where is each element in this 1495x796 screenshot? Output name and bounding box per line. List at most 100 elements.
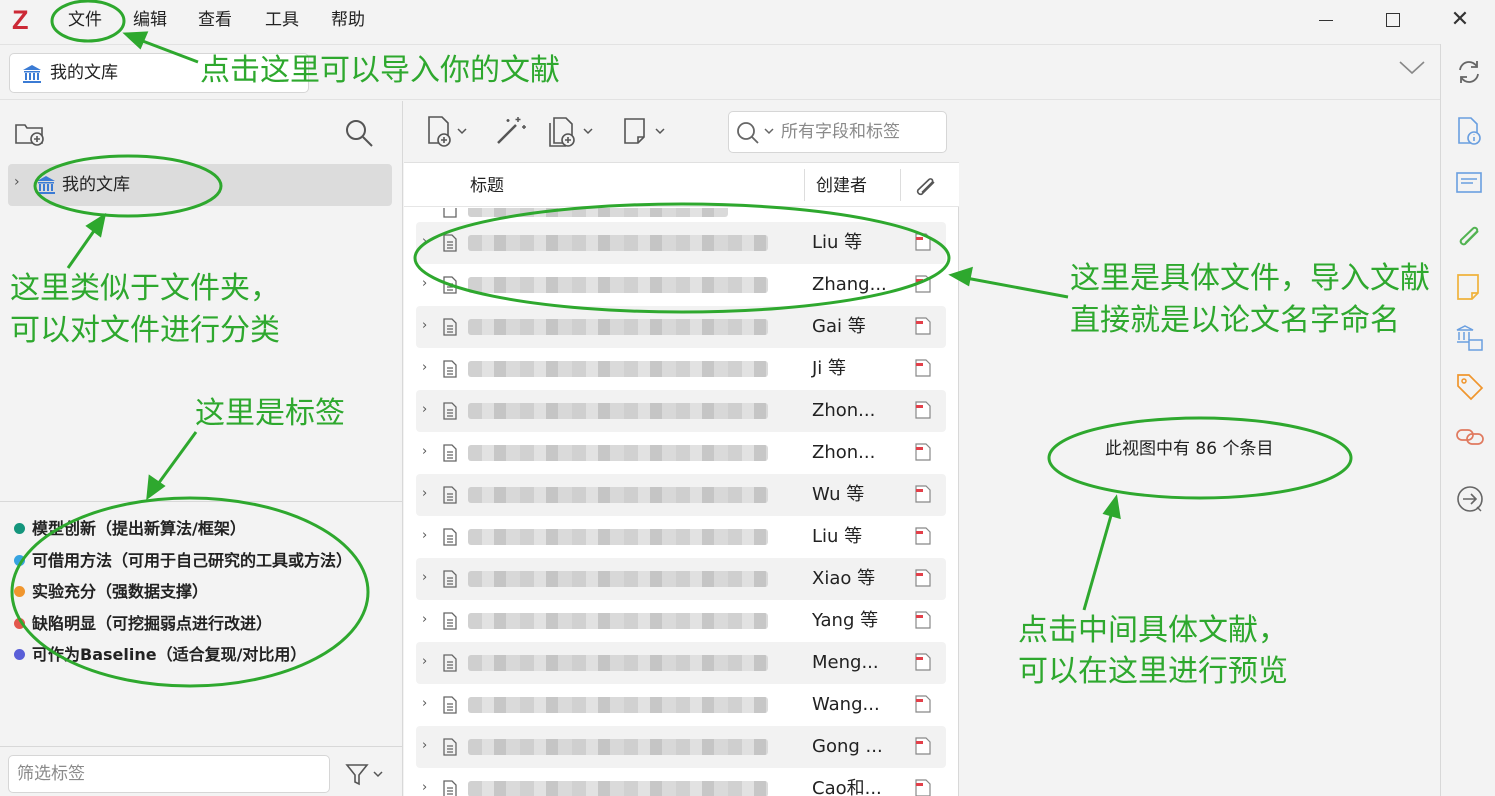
- chevron-right-icon[interactable]: ›: [422, 318, 427, 333]
- tag-selector: 模型创新（提出新算法/框架） 可借用方法（可用于自己研究的工具或方法） 实验充分…: [0, 501, 403, 746]
- tag-solid-experiments[interactable]: 实验充分（强数据支撑）: [14, 581, 208, 603]
- chevron-right-icon[interactable]: ›: [422, 654, 427, 669]
- annotation-files-line1: 这里是具体文件，导入文献: [1070, 261, 1430, 296]
- document-icon: [442, 360, 458, 382]
- pdf-icon[interactable]: [914, 317, 932, 339]
- search-icon[interactable]: [344, 118, 374, 152]
- abstract-icon[interactable]: [1455, 170, 1483, 200]
- pdf-icon[interactable]: [914, 359, 932, 381]
- item-creator: Gai 等: [812, 316, 866, 337]
- table-row[interactable]: › Zhang...: [416, 264, 946, 306]
- sync-icon[interactable]: [1455, 58, 1483, 90]
- pdf-icon[interactable]: [914, 569, 932, 591]
- pdf-icon[interactable]: [914, 611, 932, 633]
- table-row[interactable]: › Zhon...: [416, 390, 946, 432]
- items-list[interactable]: › Liu 等 › Zhang... › Gai 等 › Ji 等 › Zhon…: [404, 208, 959, 796]
- table-row[interactable]: › Wang...: [416, 684, 946, 726]
- new-note-icon[interactable]: [622, 115, 672, 153]
- pdf-icon[interactable]: [914, 401, 932, 423]
- table-row[interactable]: › Cao和...: [416, 768, 946, 796]
- tag-borrowable-method[interactable]: 可借用方法（可用于自己研究的工具或方法）: [14, 550, 352, 572]
- item-info-icon[interactable]: [1455, 116, 1483, 150]
- magic-wand-icon[interactable]: [494, 115, 528, 153]
- paperclip-icon[interactable]: [912, 175, 938, 201]
- menu-help[interactable]: 帮助: [331, 8, 365, 32]
- chevron-right-icon[interactable]: ›: [422, 696, 427, 711]
- menu-edit[interactable]: 编辑: [133, 8, 167, 32]
- item-creator: Zhon...: [812, 442, 876, 463]
- chevron-right-icon[interactable]: ›: [422, 444, 427, 459]
- filter-icon[interactable]: [345, 763, 385, 791]
- chevron-right-icon[interactable]: ›: [422, 234, 427, 249]
- chevron-right-icon[interactable]: ›: [422, 402, 427, 417]
- search-icon[interactable]: [735, 120, 779, 150]
- table-row[interactable]: › Yang 等: [416, 600, 946, 642]
- tag-label: 模型创新（提出新算法/框架）: [32, 519, 246, 538]
- chevron-right-icon[interactable]: ›: [14, 174, 20, 190]
- title-redacted: [468, 655, 768, 671]
- pdf-icon[interactable]: [914, 275, 932, 297]
- annotation-import: 点击这里可以导入你的文献: [200, 53, 560, 88]
- menu-bar: Z 文件 编辑 查看 工具 帮助 ✕: [0, 0, 1495, 44]
- table-row[interactable]: › Xiao 等: [416, 558, 946, 600]
- chevron-right-icon[interactable]: ›: [422, 570, 427, 585]
- title-redacted: [468, 697, 768, 713]
- item-creator: Xiao 等: [812, 568, 876, 589]
- pdf-icon[interactable]: [914, 695, 932, 717]
- notes-icon[interactable]: [1455, 272, 1483, 306]
- tag-baseline[interactable]: 可作为Baseline（适合复现/对比用）: [14, 644, 306, 666]
- related-icon[interactable]: [1455, 424, 1485, 454]
- table-row[interactable]: › Gong ...: [416, 726, 946, 768]
- table-row[interactable]: › Liu 等: [416, 516, 946, 558]
- side-navigation: [1440, 44, 1495, 796]
- pdf-icon[interactable]: [914, 653, 932, 675]
- table-row[interactable]: › Zhon...: [416, 432, 946, 474]
- chevron-right-icon[interactable]: ›: [422, 780, 427, 795]
- menu-view[interactable]: 查看: [198, 8, 232, 32]
- column-creator[interactable]: 创建者: [816, 175, 867, 197]
- document-icon: [442, 486, 458, 508]
- attachments-icon[interactable]: [1455, 222, 1483, 254]
- tag-obvious-flaws[interactable]: 缺陷明显（可挖掘弱点进行改进）: [14, 613, 272, 635]
- collection-my-library[interactable]: › 我的文库: [8, 164, 392, 206]
- collections-pane: › 我的文库 模型创新（提出新算法/框架） 可借用方法（可用于自己研究的工具或方…: [0, 101, 403, 796]
- tag-model-innovation[interactable]: 模型创新（提出新算法/框架）: [14, 518, 246, 540]
- pdf-icon[interactable]: [914, 485, 932, 507]
- table-row[interactable]: › Gai 等: [416, 306, 946, 348]
- close-button[interactable]: ✕: [1445, 8, 1475, 34]
- annotation-folder-line2: 可以对文件进行分类: [10, 313, 280, 348]
- chevron-right-icon[interactable]: ›: [422, 276, 427, 291]
- pdf-icon[interactable]: [914, 737, 932, 759]
- table-row[interactable]: › Liu 等: [416, 222, 946, 264]
- search-input[interactable]: [781, 119, 941, 145]
- chevron-right-icon[interactable]: ›: [422, 612, 427, 627]
- column-resizer[interactable]: [900, 169, 901, 201]
- chevron-down-icon[interactable]: [1398, 59, 1426, 81]
- menu-tools[interactable]: 工具: [265, 8, 299, 32]
- new-collection-icon[interactable]: [14, 119, 46, 151]
- locate-icon[interactable]: [1455, 484, 1485, 518]
- table-row[interactable]: › Ji 等: [416, 348, 946, 390]
- menu-file[interactable]: 文件: [68, 8, 102, 32]
- pdf-icon[interactable]: [914, 233, 932, 255]
- items-search-box[interactable]: [728, 111, 947, 153]
- pdf-icon[interactable]: [914, 779, 932, 796]
- add-attachment-icon[interactable]: [546, 115, 598, 153]
- chevron-right-icon[interactable]: ›: [422, 360, 427, 375]
- minimize-button[interactable]: [1312, 8, 1342, 34]
- column-title[interactable]: 标题: [470, 175, 504, 197]
- libraries-collections-icon[interactable]: [1455, 324, 1485, 358]
- chevron-right-icon[interactable]: ›: [422, 528, 427, 543]
- table-row[interactable]: › Wu 等: [416, 474, 946, 516]
- pdf-icon[interactable]: [914, 527, 932, 549]
- chevron-right-icon[interactable]: ›: [422, 738, 427, 753]
- maximize-button[interactable]: [1378, 8, 1408, 34]
- item-creator: Liu 等: [812, 232, 863, 253]
- chevron-right-icon[interactable]: ›: [422, 486, 427, 501]
- table-row[interactable]: › Meng...: [416, 642, 946, 684]
- column-resizer[interactable]: [804, 169, 805, 201]
- new-item-icon[interactable]: [426, 115, 472, 153]
- tag-filter-input[interactable]: [8, 755, 330, 793]
- pdf-icon[interactable]: [914, 443, 932, 465]
- tags-icon[interactable]: [1455, 372, 1485, 406]
